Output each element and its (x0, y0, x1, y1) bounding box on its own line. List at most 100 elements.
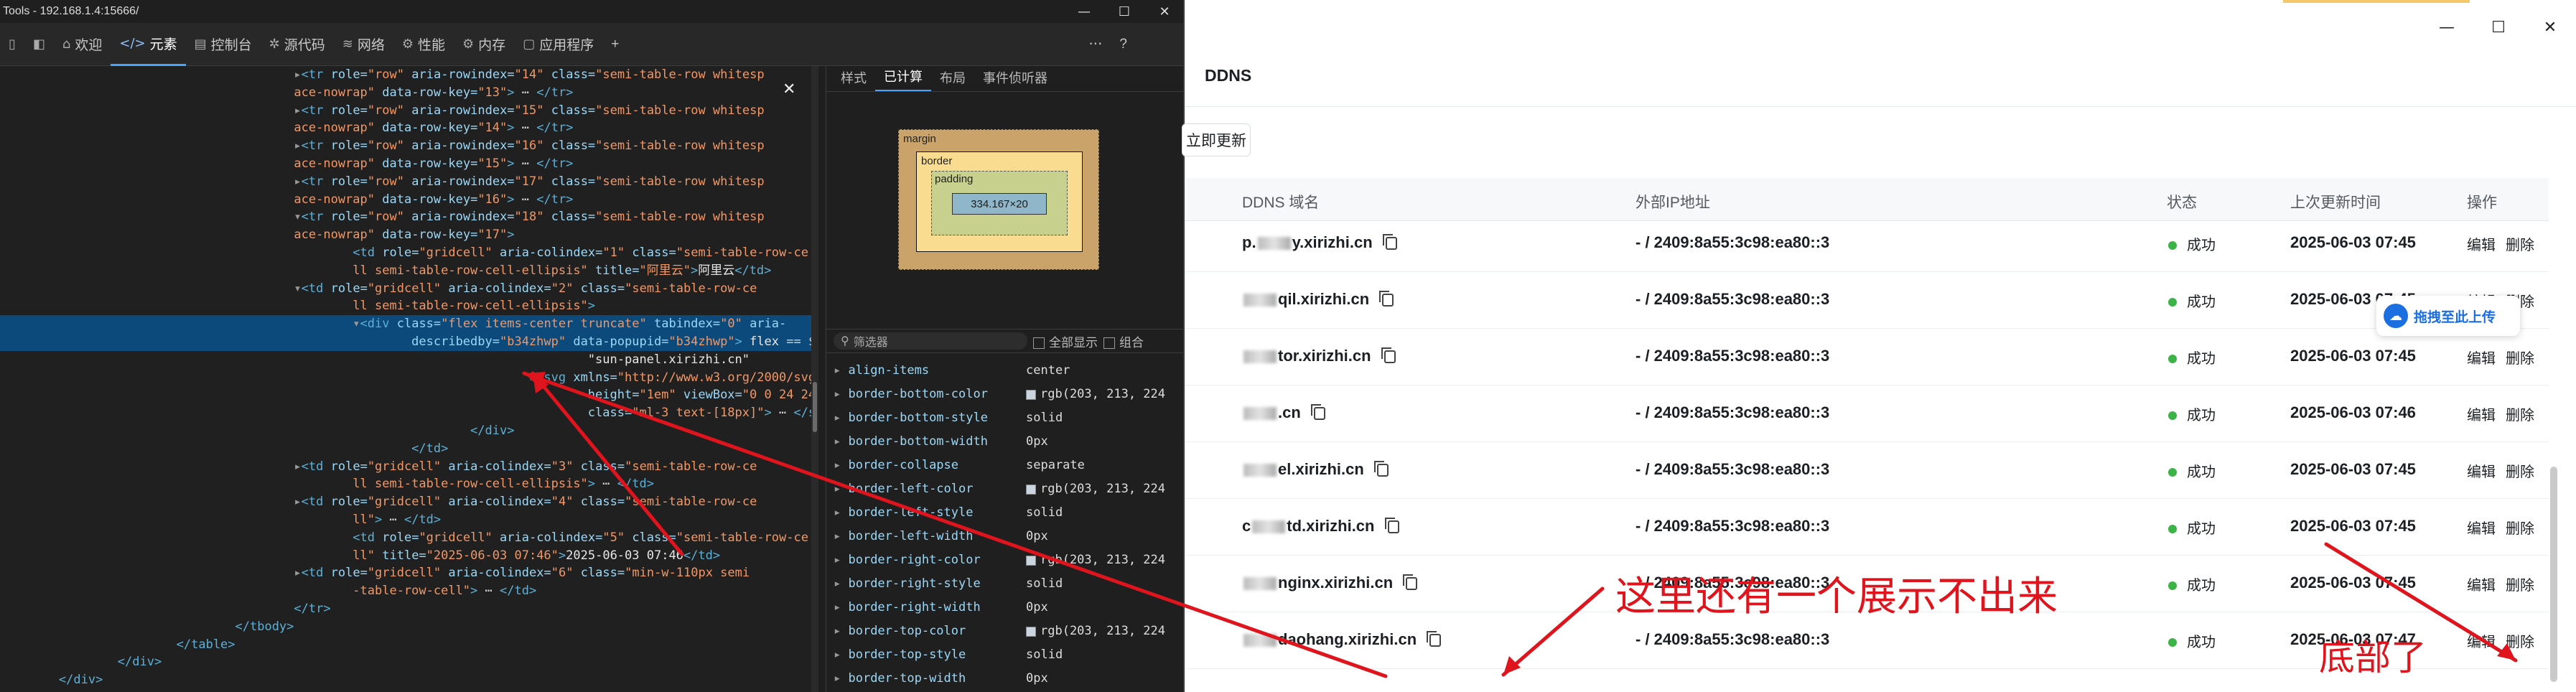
dom-node-line[interactable]: class="ml-3 text-[18px]"> ⋯ </svg> (0, 404, 818, 422)
dom-node-line[interactable]: ▸<td role="gridcell" aria-colindex="4" c… (0, 493, 818, 511)
copy-icon[interactable] (1427, 631, 1442, 647)
add-tab-icon[interactable]: + (602, 23, 627, 66)
dom-node-line[interactable]: ▸<tr role="row" aria-rowindex="17" class… (0, 173, 818, 191)
column-domain[interactable]: DDNS 域名 (1242, 191, 1319, 212)
dom-node-line[interactable]: height="1em" viewBox="0 0 24 24" fill="c… (0, 386, 818, 404)
dom-node-line[interactable]: ▸<td role="gridcell" aria-colindex="3" c… (0, 458, 818, 476)
edit-link[interactable]: 编辑 (2467, 403, 2496, 424)
computed-property[interactable]: ▸ border-top-color rgb(203, 213, 224 (826, 619, 1183, 643)
more-icon[interactable]: ⋯ (1080, 23, 1111, 66)
dom-node-line[interactable]: ▸<tr role="row" aria-rowindex="14" class… (0, 66, 818, 84)
tab-console[interactable]: ▤ 控制台 (186, 23, 261, 66)
dom-node-line[interactable]: </div> (0, 422, 818, 440)
upload-float-button[interactable]: ☁ 拖拽至此上传 (2376, 296, 2520, 336)
dom-node-line[interactable]: ll semi-table-row-cell-ellipsis"> (0, 297, 818, 315)
dom-node-line[interactable]: ace-nowrap" data-row-key="15"> ⋯ </tr> (0, 155, 818, 173)
computed-property[interactable]: ▸ border-left-width 0px (826, 525, 1183, 548)
dom-node-line[interactable]: ace-nowrap" data-row-key="13"> ⋯ </tr> (0, 84, 818, 102)
dom-node-line[interactable]: -table-row-cell"> ⋯ </td> (0, 582, 818, 600)
close-button[interactable]: ✕ (1144, 0, 1183, 23)
dom-node-line[interactable]: <td role="gridcell" aria-colindex="1" cl… (0, 244, 818, 262)
color-swatch[interactable] (1026, 389, 1036, 400)
dom-node-line[interactable]: </tr> (0, 600, 818, 618)
copy-icon[interactable] (1382, 234, 1397, 251)
dom-node-line[interactable]: "sun-panel.xirizhi.cn" (0, 351, 818, 369)
maximize-button[interactable]: ☐ (1104, 0, 1144, 23)
box-model-margin[interactable]: margin border padding 334.167×20 (898, 129, 1099, 270)
tab-bug[interactable]: ✲ 源代码 (261, 23, 334, 66)
copy-icon[interactable] (1310, 404, 1325, 421)
dock-icon[interactable]: ▯ (0, 23, 24, 66)
dom-node-line[interactable]: describedby="b34zhwp" data-popupid="b34z… (0, 332, 818, 351)
computed-property[interactable]: ▸ border-left-style solid (826, 501, 1183, 525)
tab-wifi[interactable]: ≋ 网络 (334, 23, 393, 66)
app-maximize-button[interactable]: ☐ (2473, 13, 2524, 42)
computed-property[interactable]: ▸ border-right-style solid (826, 572, 1183, 596)
edit-link[interactable]: 编辑 (2467, 574, 2496, 594)
delete-link[interactable]: 删除 (2506, 233, 2534, 254)
delete-link[interactable]: 删除 (2506, 403, 2534, 424)
column-status[interactable]: 状态 (2167, 191, 2197, 212)
edit-link[interactable]: 编辑 (2467, 630, 2496, 651)
elements-scrollbar[interactable] (811, 66, 818, 692)
dom-node-line[interactable]: </tbody> (0, 618, 818, 636)
computed-property[interactable]: ▸ border-top-width 0px (826, 667, 1183, 691)
delete-link[interactable]: 删除 (2506, 347, 2534, 368)
app-close-button[interactable]: ✕ (2524, 13, 2576, 42)
dom-node-line[interactable]: </td> (0, 440, 818, 458)
dom-node-line[interactable]: <td role="gridcell" aria-colindex="5" cl… (0, 529, 818, 547)
dom-node-line[interactable]: ace-nowrap" data-row-key="17"> (0, 226, 818, 244)
dom-node-line[interactable]: ace-nowrap" data-row-key="14"> ⋯ </tr> (0, 119, 818, 137)
copy-icon[interactable] (1403, 574, 1418, 591)
computed-property[interactable]: ▸ border-bottom-color rgb(203, 213, 224 (826, 383, 1183, 406)
dom-node-line[interactable]: ▸<td role="gridcell" aria-colindex="6" c… (0, 564, 818, 582)
minimize-button[interactable]: — (1064, 0, 1104, 23)
edit-link[interactable]: 编辑 (2467, 460, 2496, 481)
dom-node-line[interactable]: ll semi-table-row-cell-ellipsis" title="… (0, 262, 818, 280)
tab-layout[interactable]: 布局 (931, 68, 974, 91)
edit-link[interactable]: 编辑 (2467, 517, 2496, 538)
copy-icon[interactable] (1384, 518, 1399, 534)
computed-property[interactable]: ▸ border-bottom-style solid (826, 406, 1183, 430)
dom-node-line[interactable]: ll semi-table-row-cell-ellipsis"> ⋯ </td… (0, 475, 818, 493)
dom-node-line[interactable]: ▸<tr role="row" aria-rowindex="16" class… (0, 137, 818, 155)
copy-icon[interactable] (1381, 347, 1396, 364)
dom-node-line[interactable]: </div> (0, 653, 818, 671)
tab-app[interactable]: ▢ 应用程序 (514, 23, 602, 66)
dom-node-line[interactable]: ll" title="2025-06-03 07:46">2025-06-03 … (0, 547, 818, 565)
column-actions[interactable]: 操作 (2467, 191, 2497, 212)
edit-link[interactable]: 编辑 (2467, 233, 2496, 254)
column-ip[interactable]: 外部IP地址 (1635, 191, 1710, 212)
help-icon[interactable]: ? (1111, 23, 1136, 66)
computed-property[interactable]: ▸ align-items center (826, 359, 1183, 383)
delete-link[interactable]: 删除 (2506, 574, 2534, 594)
box-model-border[interactable]: border padding 334.167×20 (916, 151, 1083, 252)
tab-code[interactable]: </> 元素 (111, 23, 186, 66)
computed-property[interactable]: ▸ border-bottom-width 0px (826, 430, 1183, 454)
app-scrollbar[interactable] (2550, 467, 2557, 682)
tab-memory[interactable]: ⚙ 内存 (454, 23, 514, 66)
column-updated[interactable]: 上次更新时间 (2290, 191, 2381, 212)
dom-node-line[interactable]: </table> (0, 636, 818, 654)
tab-event-listeners[interactable]: 事件侦听器 (974, 68, 1056, 91)
delete-link[interactable]: 删除 (2506, 460, 2534, 481)
color-swatch[interactable] (1026, 626, 1036, 637)
tab-styles[interactable]: 样式 (832, 68, 875, 91)
dom-node-line[interactable]: ace-nowrap" data-row-key="16"> ⋯ </tr> (0, 191, 818, 209)
close-icon[interactable]: ✕ (783, 80, 801, 99)
dom-node-line[interactable]: ll"> ⋯ </td> (0, 511, 818, 529)
tab-computed[interactable]: 已计算 (875, 67, 931, 91)
tab-home[interactable]: ⌂ 欢迎 (54, 23, 111, 66)
copy-icon[interactable] (1379, 291, 1394, 307)
app-minimize-button[interactable]: — (2421, 13, 2473, 42)
color-swatch[interactable] (1026, 484, 1036, 495)
dom-node-line[interactable]: ▾<tr role="row" aria-rowindex="18" class… (0, 208, 818, 226)
tab-performance[interactable]: ⚙ 性能 (393, 23, 454, 66)
copy-icon[interactable] (1373, 461, 1389, 477)
edit-link[interactable]: 编辑 (2467, 347, 2496, 368)
sidebar-toggle-icon[interactable]: ◧ (24, 23, 54, 66)
color-swatch[interactable] (1026, 555, 1036, 566)
delete-link[interactable]: 删除 (2506, 630, 2534, 651)
computed-property[interactable]: ▸ border-top-style solid (826, 643, 1183, 667)
dom-node-line[interactable]: </div> (0, 671, 818, 689)
